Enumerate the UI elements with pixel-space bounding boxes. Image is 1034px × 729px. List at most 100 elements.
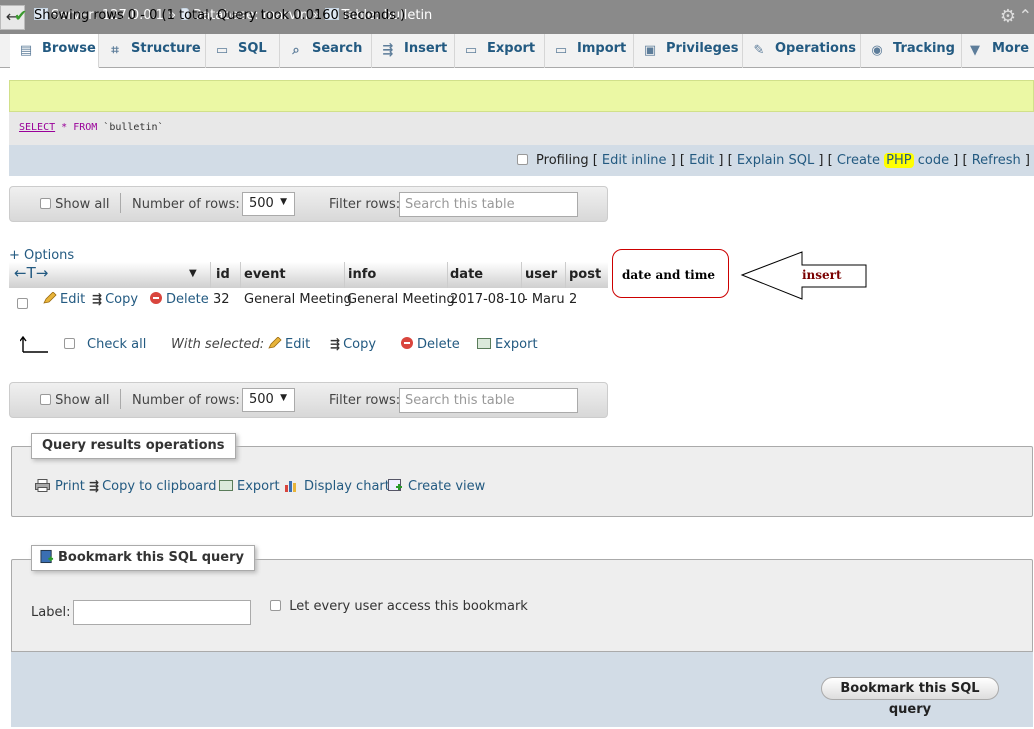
column-divider bbox=[447, 262, 448, 288]
filter-label: Filter rows: bbox=[329, 197, 401, 212]
bookmark-submit-button[interactable]: Bookmark this SQL query bbox=[821, 677, 999, 717]
tab-sql[interactable]: ▭ SQL bbox=[206, 34, 280, 68]
cell-post[interactable]: 2 bbox=[569, 292, 577, 307]
profiling-checkbox[interactable] bbox=[516, 154, 528, 165]
php-highlight: PHP bbox=[884, 153, 914, 168]
copy-label: Copy bbox=[105, 292, 139, 307]
tab-import[interactable]: ▭ Import bbox=[545, 34, 634, 68]
show-all-label: Show all bbox=[55, 197, 110, 212]
annotation-arrow-text: insert bbox=[802, 268, 842, 282]
bookmark-label-input[interactable] bbox=[73, 600, 251, 625]
chevron-down-icon: ▼ bbox=[280, 393, 287, 403]
show-all-checkbox[interactable] bbox=[40, 394, 51, 405]
cell-user[interactable]: - Maru bbox=[523, 292, 565, 307]
row-delete-button[interactable]: Delete bbox=[150, 292, 209, 307]
search-table-input[interactable]: Search this table bbox=[399, 192, 578, 217]
display-chart-link[interactable]: Display chart bbox=[284, 479, 390, 494]
every-user-option[interactable]: Let every user access this bookmark bbox=[270, 599, 528, 614]
cell-event[interactable]: General Meeting bbox=[244, 292, 352, 307]
annotation-text: date and time bbox=[622, 268, 716, 282]
column-header-event[interactable]: event bbox=[244, 267, 286, 282]
create-label: Create bbox=[836, 153, 881, 168]
column-header-date[interactable]: date bbox=[450, 267, 483, 282]
bulk-copy-label: Copy bbox=[343, 337, 377, 352]
row-copy-button[interactable]: ⇶ Copy bbox=[92, 292, 138, 307]
show-all-checkbox[interactable] bbox=[40, 198, 51, 209]
tab-more[interactable]: ▼ More bbox=[962, 34, 1034, 68]
create-view-link[interactable]: Create view bbox=[388, 479, 485, 494]
sort-dropdown-icon[interactable]: ▼ bbox=[189, 268, 197, 279]
export-label: Export bbox=[237, 479, 280, 494]
check-all-checkbox[interactable] bbox=[64, 337, 75, 352]
options-link[interactable]: + Options bbox=[9, 248, 74, 263]
refresh-link[interactable]: Refresh bbox=[972, 153, 1021, 168]
divider bbox=[120, 389, 121, 409]
show-all-toggle[interactable]: Show all bbox=[40, 197, 110, 212]
copy-icon: ⇶ bbox=[89, 479, 100, 493]
tab-bar: ▤ Browse ⌗ Structure ▭ SQL ⌕ Search ⇶ Insert … bbox=[0, 34, 1034, 68]
bookmark-legend: Bookmark this SQL query bbox=[31, 545, 255, 571]
create-php-code-link[interactable]: Create PHP code bbox=[837, 153, 949, 168]
rows-select[interactable]: 500 ▼ bbox=[242, 192, 295, 216]
query-results-operations-legend: Query results operations bbox=[31, 433, 236, 459]
rows-select[interactable]: 500 ▼ bbox=[242, 388, 295, 412]
chart-icon bbox=[285, 481, 296, 492]
create-view-icon bbox=[388, 479, 402, 491]
sql-keyword-from: FROM bbox=[73, 122, 98, 133]
tab-export[interactable]: ▭ Export bbox=[455, 34, 545, 68]
column-header-id[interactable]: id bbox=[216, 267, 230, 282]
tab-label: Tracking bbox=[893, 41, 955, 56]
copy-icon: ⇶ bbox=[330, 337, 341, 351]
tab-insert[interactable]: ⇶ Insert bbox=[372, 34, 455, 68]
tab-browse[interactable]: ▤ Browse bbox=[10, 34, 99, 68]
collapse-icon[interactable]: ⌃ bbox=[1019, 6, 1032, 25]
insert-icon: ⇶ bbox=[382, 43, 394, 58]
export-icon bbox=[477, 338, 491, 349]
column-divider bbox=[240, 262, 241, 288]
create-view-label: Create view bbox=[408, 479, 486, 494]
privileges-icon: ▣ bbox=[643, 43, 657, 58]
explain-sql-link[interactable]: Explain SQL bbox=[737, 153, 814, 168]
print-link[interactable]: Print bbox=[35, 479, 85, 494]
wrench-icon: ✎ bbox=[753, 43, 765, 58]
bulk-export-button[interactable]: Export bbox=[477, 337, 538, 352]
bookmark-legend-text: Bookmark this SQL query bbox=[58, 550, 244, 565]
export-link[interactable]: Export bbox=[219, 479, 280, 494]
tab-label: SQL bbox=[238, 41, 267, 56]
edit-inline-link[interactable]: Edit inline bbox=[602, 153, 667, 168]
tab-structure[interactable]: ⌗ Structure bbox=[99, 34, 206, 68]
column-resize-arrows-icon[interactable]: ←T→ bbox=[14, 264, 48, 282]
search-table-input[interactable]: Search this table bbox=[399, 388, 578, 413]
tab-search[interactable]: ⌕ Search bbox=[280, 34, 372, 68]
bulk-copy-button[interactable]: ⇶ Copy bbox=[330, 337, 376, 352]
gear-icon[interactable]: ⚙ bbox=[1000, 6, 1016, 27]
every-user-checkbox[interactable] bbox=[270, 600, 281, 611]
pencil-icon bbox=[43, 292, 57, 304]
tab-label: Operations bbox=[775, 41, 856, 56]
cell-info[interactable]: General Meeting bbox=[347, 292, 455, 307]
bulk-delete-button[interactable]: Delete bbox=[401, 337, 460, 352]
eye-icon: ◉ bbox=[871, 43, 883, 58]
pencil-icon bbox=[268, 337, 282, 349]
bulk-edit-button[interactable]: Edit bbox=[268, 337, 310, 352]
delete-icon bbox=[150, 292, 162, 304]
check-all-link[interactable]: Check all bbox=[87, 337, 146, 352]
tab-label: More bbox=[992, 41, 1030, 56]
edit-label: Edit bbox=[60, 292, 86, 307]
column-header-post[interactable]: post bbox=[569, 267, 601, 282]
tab-operations[interactable]: ✎ Operations bbox=[743, 34, 861, 68]
cell-id[interactable]: 32 bbox=[213, 292, 230, 307]
row-checkbox[interactable] bbox=[17, 297, 28, 312]
tab-tracking[interactable]: ◉ Tracking bbox=[861, 34, 962, 68]
tab-label: Structure bbox=[131, 41, 201, 56]
checkmark-icon: ✔ bbox=[14, 6, 28, 25]
sql-keyword-select[interactable]: SELECT bbox=[19, 122, 55, 133]
column-header-user[interactable]: user bbox=[525, 267, 557, 282]
tab-privileges[interactable]: ▣ Privileges bbox=[634, 34, 743, 68]
cell-date[interactable]: 2017-08-10 bbox=[450, 292, 526, 307]
column-header-info[interactable]: info bbox=[348, 267, 376, 282]
copy-to-clipboard-link[interactable]: ⇶ Copy to clipboard bbox=[89, 479, 217, 494]
show-all-toggle[interactable]: Show all bbox=[40, 393, 110, 408]
edit-link[interactable]: Edit bbox=[689, 153, 714, 168]
row-edit-button[interactable]: Edit bbox=[43, 292, 85, 307]
